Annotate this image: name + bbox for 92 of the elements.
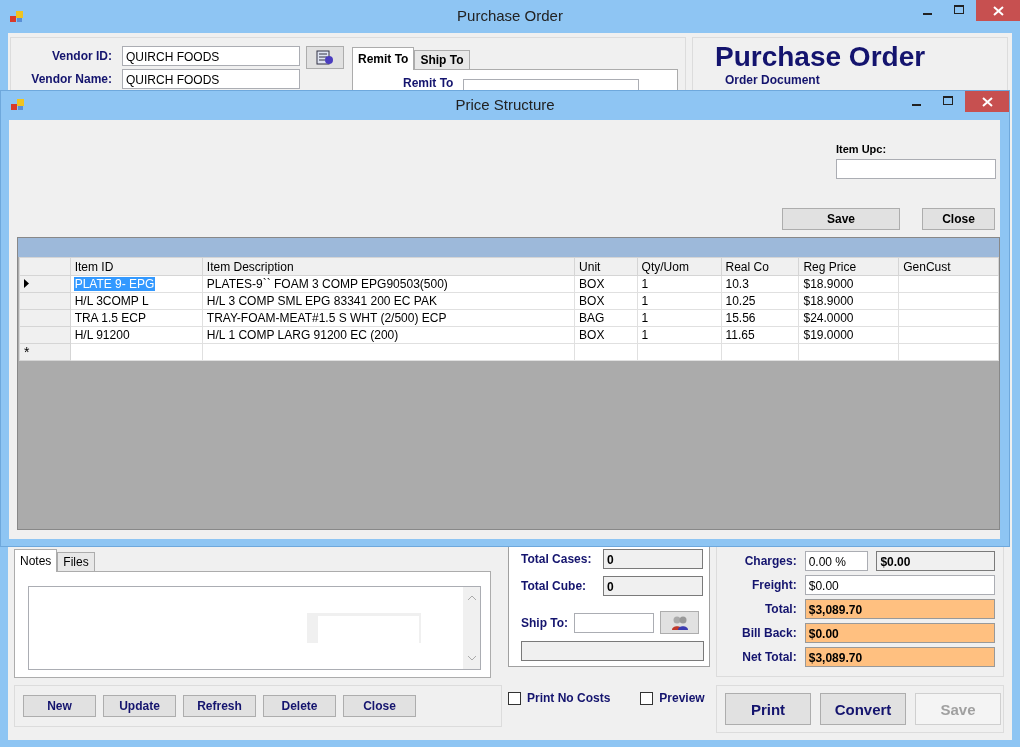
maximize-icon (953, 5, 965, 15)
field-label: Total Cube: (521, 579, 588, 593)
action-button[interactable]: Close (343, 695, 416, 717)
form-title: Purchase Order (715, 42, 927, 72)
action-button[interactable]: Refresh (183, 695, 256, 717)
form-subtitle: Order Document (725, 73, 821, 87)
checkbox-label: Print No Costs (527, 691, 611, 705)
table-cell: H/L 91200 (70, 326, 203, 344)
table-cell: PLATES-9`` FOAM 3 COMP EPG90503(500) (202, 275, 575, 293)
column-header[interactable]: Item ID (70, 257, 203, 276)
table-cell: TRAY-FOAM-MEAT#1.5 S WHT (2/500) ECP (202, 309, 575, 327)
field-label: Item Upc: (836, 143, 887, 155)
table-cell: 10.3 (721, 275, 799, 293)
lookup-button[interactable] (306, 46, 344, 69)
people-button[interactable] (660, 611, 700, 634)
column-header[interactable]: Item Description (202, 257, 575, 276)
field-label: Vendor Name: (30, 72, 112, 86)
address-tab[interactable]: Ship To (414, 50, 470, 70)
amount-field: $0.00 (876, 551, 995, 571)
checkbox-label: Preview (659, 691, 705, 705)
table-cell: $24.0000 (798, 309, 899, 327)
total-field: 0 (603, 549, 703, 569)
table-cell: BOX (574, 275, 638, 293)
table-cell: 1 (637, 326, 721, 344)
action-button[interactable]: Delete (263, 695, 336, 717)
table-cell: 1 (637, 275, 721, 293)
table-cell: TRA 1.5 ECP (70, 309, 203, 327)
table-cell: H/L 3 COMP SML EPG 83341 200 EC PAK (202, 292, 575, 310)
column-header[interactable]: Unit (574, 257, 638, 276)
print-button[interactable]: Print (725, 693, 811, 725)
total-field: $3,089.70 (804, 599, 995, 619)
dialog-button[interactable]: Close (922, 208, 995, 230)
table-cell: 10.25 (721, 292, 799, 310)
notes-field[interactable] (28, 586, 481, 670)
table-cell: BOX (574, 292, 638, 310)
action-button[interactable]: New (23, 695, 96, 717)
total-field: 0 (603, 576, 703, 596)
dialog-title: Price Structure (455, 96, 555, 113)
amount-field[interactable]: $0.00 (804, 575, 995, 595)
field-label: Ship To: (521, 615, 569, 630)
notes-tab[interactable]: Notes (14, 549, 58, 572)
table-cell: 15.56 (721, 309, 799, 327)
window-title: Purchase Order (457, 7, 563, 24)
document-icon (316, 49, 334, 66)
vendor-field[interactable]: QUIRCH FOODS (122, 46, 300, 66)
checkbox[interactable] (508, 691, 521, 705)
table-cell: PLATE 9- EPG (70, 275, 203, 293)
app-icon (10, 10, 24, 23)
rate-field[interactable]: 0.00 % (804, 551, 869, 571)
people-icon (670, 614, 689, 631)
table-cell: $18.9000 (798, 292, 899, 310)
dialog-button[interactable]: Save (782, 208, 900, 230)
table-cell: BOX (574, 326, 638, 344)
vendor-field[interactable]: QUIRCH FOODS (122, 69, 300, 89)
table-cell: 11.65 (721, 326, 799, 344)
close-button[interactable] (965, 91, 1009, 112)
total-field: $3,089.70 (804, 647, 995, 667)
field-label: Net Total: (741, 650, 797, 664)
close-icon (981, 96, 993, 107)
column-header[interactable]: Reg Price (798, 257, 899, 276)
ship-to-field[interactable] (574, 612, 655, 633)
close-icon (992, 5, 1004, 16)
total-field: $0.00 (804, 623, 995, 643)
field-label: Charges: (743, 554, 797, 568)
close-button[interactable] (976, 0, 1020, 21)
notes-tab[interactable]: Files (57, 552, 95, 572)
table-cell: H/L 3COMP L (70, 292, 203, 310)
table-cell: $18.9000 (798, 275, 899, 293)
minimize-icon (922, 12, 932, 15)
app-icon (11, 99, 25, 111)
address-tab[interactable]: Remit To (352, 47, 415, 70)
checkbox[interactable] (640, 691, 654, 705)
action-button[interactable]: Update (103, 695, 176, 717)
field-label: Remit To (403, 76, 454, 90)
table-cell: BAG (574, 309, 638, 327)
column-header[interactable]: GenCust (898, 257, 999, 276)
field-label: Bill Back: (741, 626, 797, 640)
field-label: Total: (763, 602, 797, 616)
current-row-icon (24, 279, 29, 288)
upc-field[interactable] (836, 159, 996, 179)
table-cell: H/L 1 COMP LARG 91200 EC (200) (202, 326, 575, 344)
column-header[interactable]: Qty/Uom (637, 257, 721, 276)
field-label: Freight: (751, 578, 797, 592)
minimize-icon (911, 103, 921, 106)
table-cell: 1 (637, 309, 721, 327)
field-label: Total Cases: (521, 552, 593, 566)
table-cell: $19.0000 (798, 326, 899, 344)
field-label: Vendor ID: (51, 49, 112, 63)
print-button[interactable]: Convert (820, 693, 906, 725)
table-cell: 1 (637, 292, 721, 310)
maximize-icon (942, 96, 954, 106)
column-header[interactable]: Real Co (721, 257, 799, 276)
